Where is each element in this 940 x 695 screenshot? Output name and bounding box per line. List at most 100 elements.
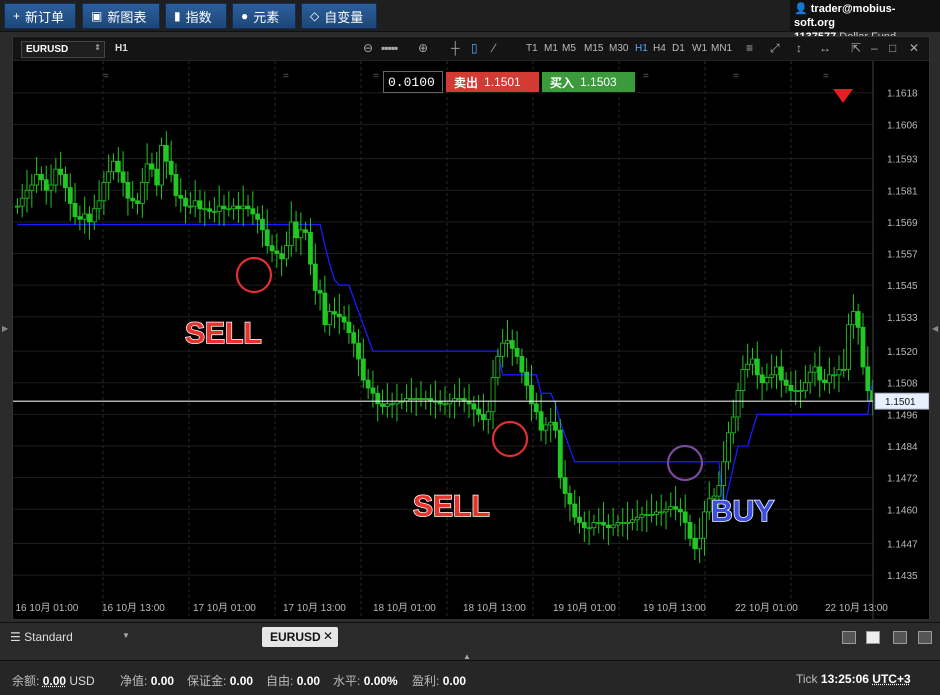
candle-body [610, 524, 616, 529]
candle-body [519, 355, 525, 373]
candle-body [360, 358, 366, 381]
time-tick-label: 16 10月 13:00 [102, 602, 165, 614]
candle-body [187, 205, 193, 208]
elements-button[interactable]: ● 元素 [232, 3, 296, 29]
timeframe-h4[interactable]: H4 [653, 43, 666, 54]
zoom-out-icon[interactable]: ⊖ [363, 41, 373, 55]
variables-button[interactable]: ◇ 自变量 [301, 3, 377, 29]
candle-body [601, 522, 606, 526]
candle-body [384, 403, 390, 407]
zoom-in-icon[interactable]: ⊕ [418, 41, 428, 55]
balance-currency: USD [69, 674, 95, 688]
candle-body [370, 387, 376, 394]
candle-body [514, 348, 520, 357]
candle-body [183, 197, 188, 207]
grid-marker: = [733, 71, 739, 82]
candle-body [865, 366, 871, 392]
candle-body [317, 290, 323, 294]
minimize-icon[interactable]: – [871, 41, 878, 55]
layout-rows-icon[interactable] [918, 631, 932, 644]
chart-tab-eurusd[interactable]: EURUSD ✕ [262, 627, 338, 647]
balance-value: 0.00 [42, 674, 67, 688]
candle-body [255, 213, 261, 220]
layout-single-icon[interactable] [842, 631, 856, 644]
price-tick-label: 1.1508 [887, 379, 918, 390]
candle-body [87, 213, 92, 223]
price-tick-label: 1.1545 [887, 281, 918, 292]
candle-type-icon[interactable]: ▯ [471, 41, 478, 55]
symbol-selector[interactable]: EURUSD ⇕ [21, 41, 105, 58]
time-tick-label: 18 10月 13:00 [463, 602, 526, 614]
left-collapse-icon[interactable]: ▶ [2, 324, 8, 333]
price-tick-label: 1.1472 [887, 474, 918, 485]
indicators-button[interactable]: ▮ 指数 [165, 3, 227, 29]
layout-selector[interactable]: ☰ Standard ▼ [10, 630, 130, 644]
shapes-icon: ● [241, 9, 249, 23]
sell-button[interactable]: 卖出 1.1501 [446, 72, 539, 92]
timezone-selector[interactable]: UTC+3 [872, 672, 910, 686]
line-type-icon[interactable]: ∕ [493, 41, 495, 55]
timeframe-d1[interactable]: D1 [672, 43, 685, 54]
bar-type-icon[interactable]: ┼ [451, 41, 460, 55]
timeframe-m1[interactable]: M1 [544, 43, 558, 54]
timeframe-w1[interactable]: W1 [692, 43, 707, 54]
buy-button[interactable]: 买入 1.1503 [542, 72, 635, 92]
candle-body [730, 416, 736, 434]
timeframe-m5[interactable]: M5 [562, 43, 576, 54]
new-order-button[interactable]: + 新订单 [4, 3, 76, 29]
indicator-list-icon[interactable]: ≡ [746, 41, 753, 55]
candle-body [471, 403, 477, 410]
timeframe-h1[interactable]: H1 [635, 43, 648, 54]
status-bar: 余额: 0.00 USD 净值: 0.00 保证金: 0.00 自由: 0.00… [0, 660, 940, 695]
price-tick-label: 1.1606 [887, 120, 918, 131]
candle-body [653, 511, 659, 515]
zoom-slider[interactable]: ▪▪▪▪▪ [381, 41, 398, 55]
candle-body [120, 171, 126, 183]
lot-size-input[interactable]: 0.0100 [383, 71, 443, 93]
candle-body [413, 398, 419, 400]
timeframe-m30[interactable]: M30 [609, 43, 628, 54]
candle-body [567, 493, 573, 505]
candle-body [548, 421, 554, 426]
candle-body [106, 171, 112, 183]
layout-columns-icon[interactable] [893, 631, 907, 644]
candle-body [769, 374, 775, 378]
equity-item: 净值: 0.00 [120, 672, 174, 689]
candlestick-chart[interactable]: ======== 1.16181.16061.15931.15811.15691… [13, 61, 929, 619]
candle-body [274, 250, 280, 254]
account-user: 👤 trader@mobius-soft.org [794, 2, 936, 30]
close-tab-icon[interactable]: ✕ [323, 629, 333, 643]
horizontal-line-icon[interactable]: ↔ [819, 41, 831, 55]
candle-body [850, 311, 856, 326]
vertical-line-icon[interactable]: ↕ [796, 41, 802, 55]
plus-icon: + [13, 9, 21, 23]
candle-body [279, 253, 285, 260]
candle-body [481, 413, 486, 421]
candle-body [692, 537, 698, 550]
candle-body [500, 342, 506, 357]
candle-body [58, 168, 64, 175]
layout-grid-icon[interactable] [866, 631, 880, 644]
candle-body [303, 229, 309, 233]
candle-body [524, 371, 530, 386]
candle-body [375, 392, 381, 405]
timeframe-mn1[interactable]: MN1 [711, 43, 732, 54]
maximize-icon[interactable]: □ [889, 41, 896, 55]
timeframe-m15[interactable]: M15 [584, 43, 603, 54]
detach-icon[interactable]: ⇱ [851, 41, 861, 55]
candle-body [226, 208, 232, 211]
chart-window[interactable]: EURUSD ⇕ H1 ⊖ ▪▪▪▪▪ ⊕ ┼ ▯ ∕ T1 M1 M5 M15 M30… [12, 36, 930, 620]
new-chart-button[interactable]: ▣ 新图表 [82, 3, 160, 29]
chart-background [13, 61, 929, 619]
close-icon[interactable]: ✕ [909, 41, 919, 55]
candle-body [802, 382, 808, 392]
candle-body [457, 398, 462, 400]
margin-label: 保证金: [187, 674, 227, 688]
draw-line-icon[interactable]: ⤢ [770, 41, 780, 56]
timeframe-t1[interactable]: T1 [526, 43, 538, 54]
right-collapse-icon[interactable]: ◀ [932, 324, 938, 333]
candle-body [586, 527, 592, 530]
profit-item: 盈利: 0.00 [412, 672, 466, 689]
candle-body [308, 232, 313, 265]
account-panel[interactable]: 👤 trader@mobius-soft.org 1137577 Dollar … [790, 0, 940, 43]
